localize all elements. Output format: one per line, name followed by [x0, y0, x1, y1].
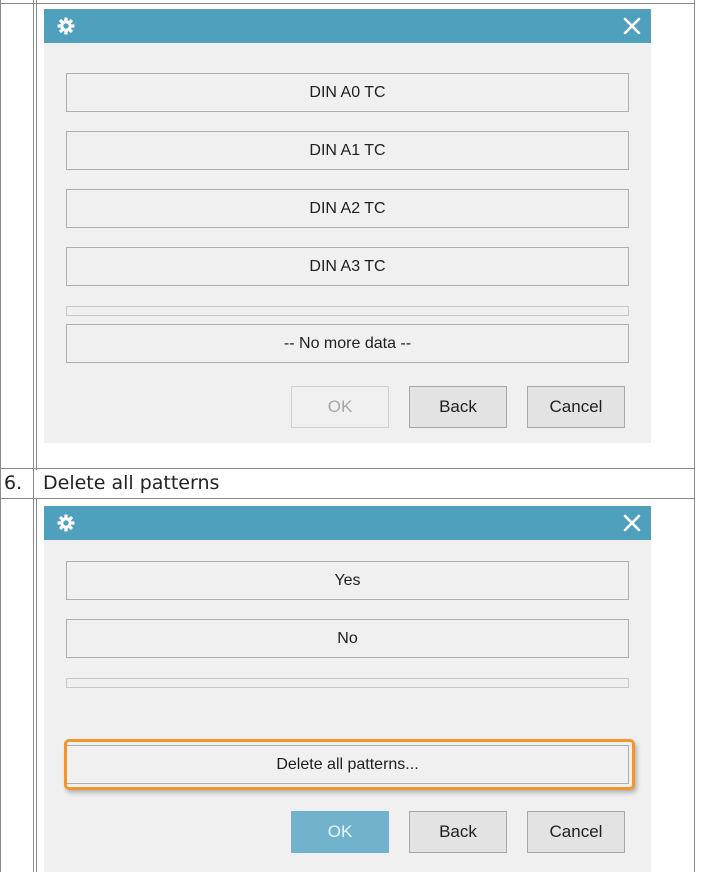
table-border-right	[694, 0, 695, 872]
close-icon[interactable]	[621, 512, 643, 534]
dialog-select-pattern: DIN A0 TC DIN A1 TC DIN A2 TC DIN A3 TC …	[44, 9, 651, 443]
dialog-titlebar	[44, 9, 651, 43]
list-item-din-a3[interactable]: DIN A3 TC	[66, 247, 629, 286]
list-item-yes[interactable]: Yes	[66, 561, 629, 600]
list-item-no-more-data[interactable]: -- No more data --	[66, 324, 629, 363]
cancel-button[interactable]: Cancel	[527, 811, 625, 853]
list-item-din-a0[interactable]: DIN A0 TC	[66, 73, 629, 112]
table-border-left	[0, 0, 1, 872]
dialog-titlebar	[44, 506, 651, 540]
step-number: 6.	[4, 472, 23, 494]
ok-button[interactable]: OK	[291, 811, 389, 853]
list-item-din-a1[interactable]: DIN A1 TC	[66, 131, 629, 170]
dialog-delete-all-patterns: Yes No Delete all patterns... OK Back Ca…	[44, 506, 651, 872]
close-icon[interactable]	[621, 15, 643, 37]
table-column-divider-inner	[36, 498, 37, 872]
table-border-top	[0, 3, 695, 4]
list-item-no[interactable]: No	[66, 619, 629, 658]
ok-button[interactable]: OK	[291, 386, 389, 428]
back-button[interactable]: Back	[409, 811, 507, 853]
list-separator	[66, 678, 629, 688]
table-row-divider	[0, 498, 695, 499]
gear-icon	[57, 514, 75, 532]
cancel-button[interactable]: Cancel	[527, 386, 625, 428]
table-column-divider	[33, 0, 34, 872]
back-button[interactable]: Back	[409, 386, 507, 428]
step-title: Delete all patterns	[43, 472, 220, 494]
gear-icon	[57, 17, 75, 35]
table-column-divider-inner	[36, 0, 37, 470]
list-separator	[66, 306, 629, 316]
list-item-din-a2[interactable]: DIN A2 TC	[66, 189, 629, 228]
list-item-delete-all-patterns[interactable]: Delete all patterns...	[66, 745, 629, 784]
